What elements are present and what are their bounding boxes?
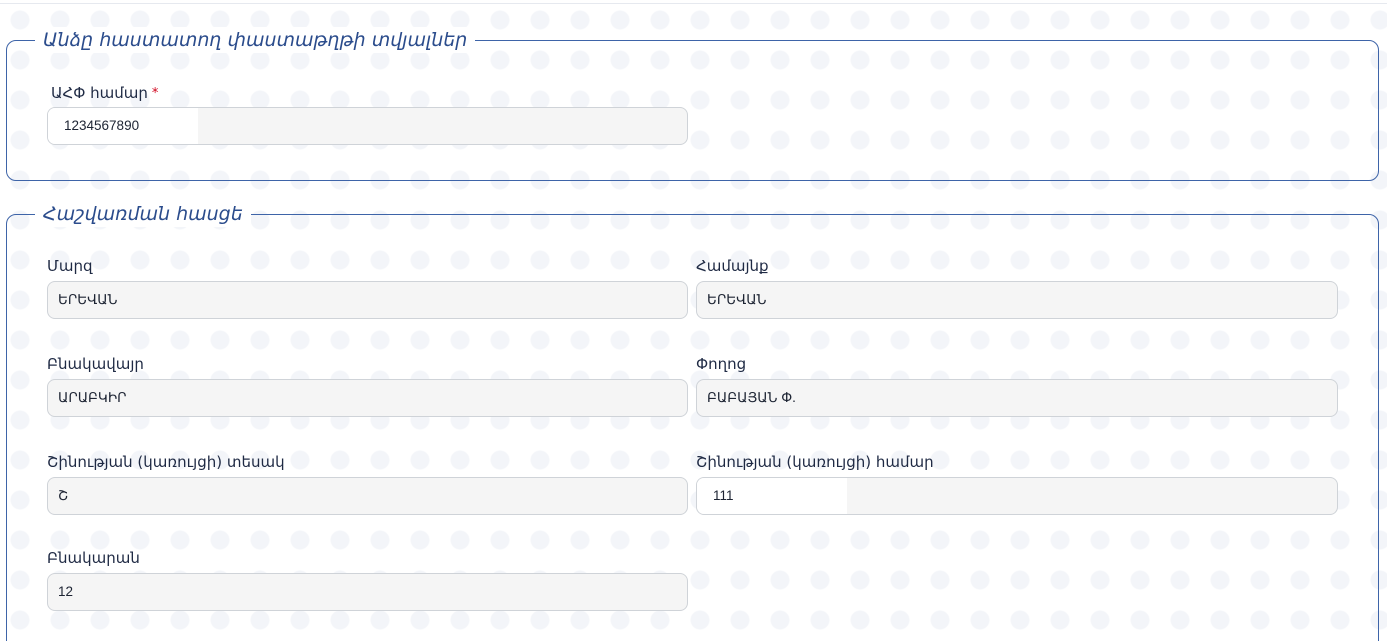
settlement-label: Բնակավայր xyxy=(47,355,144,373)
id-number-label: ԱՀՓ համար * xyxy=(51,84,158,102)
building-type-input[interactable]: Շ xyxy=(47,477,688,515)
id-number-label-text: ԱՀՓ համար xyxy=(51,84,148,102)
settlement-input[interactable]: ԱՐԱԲԿԻՐ xyxy=(47,379,688,417)
community-label: Համայնք xyxy=(696,257,769,275)
apartment-input[interactable]: 12 xyxy=(47,573,688,611)
id-number-value: 1234567890 xyxy=(48,108,198,144)
building-number-input[interactable]: 111 xyxy=(696,477,1338,515)
required-mark: * xyxy=(151,86,159,101)
registration-address-section: Հաշվառման հասցե Մարզ ԵՐԵՎԱՆ Համայնք ԵՐԵՎ… xyxy=(6,201,1379,641)
region-input[interactable]: ԵՐԵՎԱՆ xyxy=(47,281,688,319)
id-number-input[interactable]: 1234567890 xyxy=(47,107,688,145)
registration-address-legend: Հաշվառման հասցե xyxy=(35,201,251,227)
apartment-label: Բնակարան xyxy=(47,549,140,567)
region-label: Մարզ xyxy=(47,257,93,275)
street-label: Փողոց xyxy=(696,355,747,373)
building-type-label: Շինության (կառույցի) տեսակ xyxy=(47,453,285,471)
building-number-value: 111 xyxy=(697,478,847,514)
identity-document-section: Անձը հաստատող փաստաթղթի տվյալներ ԱՀՓ համ… xyxy=(6,27,1379,181)
form-page: Անձը հաստատող փաստաթղթի տվյալներ ԱՀՓ համ… xyxy=(0,0,1387,641)
street-input[interactable]: ԲԱԲԱՅԱՆ Փ. xyxy=(696,379,1338,417)
community-input[interactable]: ԵՐԵՎԱՆ xyxy=(696,281,1338,319)
top-divider xyxy=(0,0,1387,4)
identity-document-legend: Անձը հաստատող փաստաթղթի տվյալներ xyxy=(35,27,476,53)
building-number-label: Շինության (կառույցի) համար xyxy=(696,453,934,471)
